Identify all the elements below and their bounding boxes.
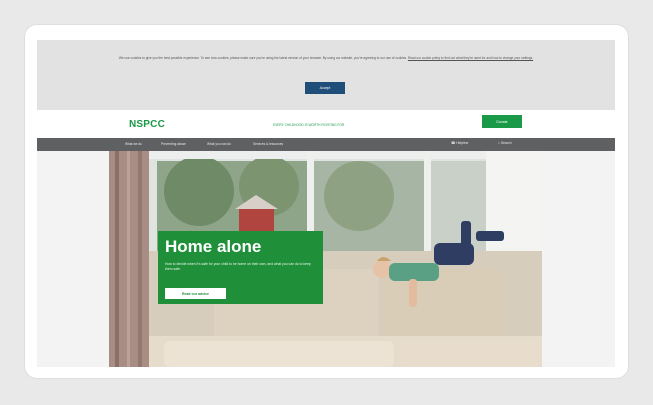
phone-icon: ☎ xyxy=(451,141,456,145)
cookie-banner-text: We use cookies to give you the best poss… xyxy=(91,56,561,61)
main-nav: What we do Preventing abuse What you can… xyxy=(37,138,615,151)
nav-helpline[interactable]: ☎ Helpline xyxy=(451,141,468,145)
promo-text: How to decide when it's safe for your ch… xyxy=(165,262,311,271)
website-screen: We use cookies to give you the best poss… xyxy=(37,40,615,367)
promo-title: Home alone xyxy=(165,237,262,256)
read-advice-button[interactable]: Read our advice xyxy=(165,288,226,299)
donate-button[interactable]: Donate xyxy=(482,115,522,128)
header-tagline: EVERY CHILDHOOD IS WORTH FIGHTING FOR xyxy=(273,123,345,127)
nav-helpline-label: Helpline xyxy=(456,141,469,145)
cookie-message: We use cookies to give you the best poss… xyxy=(118,56,408,60)
cookie-banner: We use cookies to give you the best poss… xyxy=(37,40,615,110)
promo-card: Home alone How to decide when it's safe … xyxy=(158,231,323,304)
nav-item-what-you-can-do[interactable]: What you can do xyxy=(207,142,231,146)
nav-item-what-we-do[interactable]: What we do xyxy=(125,142,142,146)
nav-search[interactable]: ⌕ Search xyxy=(498,141,512,145)
search-icon: ⌕ xyxy=(498,141,500,145)
cookie-policy-link[interactable]: Read our cookie policy to find out what … xyxy=(408,56,533,60)
hero-banner: Home alone How to decide when it's safe … xyxy=(109,151,542,367)
nav-search-label: Search xyxy=(500,141,512,145)
accept-cookies-button[interactable]: Accept xyxy=(305,82,345,94)
nav-item-services[interactable]: Services & resources xyxy=(253,142,283,146)
site-header: NSPCC EVERY CHILDHOOD IS WORTH FIGHTING … xyxy=(37,110,615,138)
nspcc-logo[interactable]: NSPCC xyxy=(129,119,165,130)
nav-item-preventing-abuse[interactable]: Preventing abuse xyxy=(161,142,186,146)
